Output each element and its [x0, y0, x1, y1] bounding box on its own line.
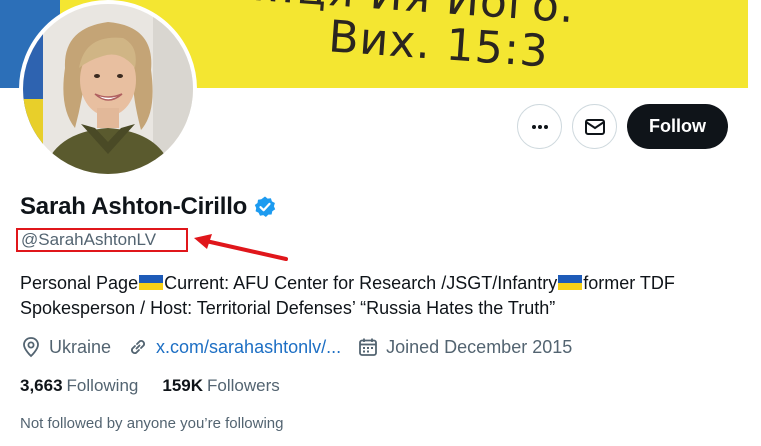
joined-item: Joined December 2015	[357, 336, 572, 358]
display-name: Sarah Ashton-Cirillo	[20, 193, 248, 220]
profile-meta: Ukraine x.com/sarahashtonlv/... Joined D…	[20, 336, 588, 358]
location-item: Ukraine	[20, 336, 111, 358]
more-icon	[531, 124, 548, 129]
link-icon	[131, 340, 146, 354]
website-item[interactable]: x.com/sarahashtonlv/...	[127, 336, 341, 358]
not-followed-note: Not followed by anyone you’re following	[20, 415, 284, 432]
following-label: Following	[66, 376, 139, 395]
verified-badge-icon[interactable]	[253, 195, 277, 219]
followers-count: 159K	[162, 376, 203, 395]
name-row: Sarah Ashton-Cirillo	[20, 193, 277, 221]
website-link[interactable]: x.com/sarahashtonlv/...	[156, 337, 341, 358]
bio: Personal Page Current: AFU Center for Res…	[20, 271, 740, 321]
ukraine-flag-icon	[558, 275, 583, 290]
bio-text-2: Current: AFU Center for Research /JSGT/I…	[164, 273, 558, 293]
following-count: 3,663	[20, 376, 63, 395]
calendar-icon	[359, 338, 378, 356]
follow-stats: 3,663 Following 159K Followers	[20, 376, 304, 396]
message-button[interactable]	[572, 104, 617, 149]
location-text: Ukraine	[49, 336, 112, 357]
location-pin-icon	[23, 337, 39, 358]
banner-handwriting: …ця Йя Його. Вих. 15:3	[247, 0, 576, 78]
followers-label: Followers	[207, 376, 280, 395]
follow-button[interactable]: Follow	[627, 104, 728, 149]
red-arrow-icon	[194, 234, 288, 261]
more-button[interactable]	[517, 104, 562, 149]
mail-icon	[584, 118, 605, 135]
followers-link[interactable]: 159K Followers	[162, 376, 279, 396]
avatar-photo	[23, 4, 193, 174]
user-handle: @SarahAshtonLV	[16, 228, 188, 252]
ukraine-flag-icon	[139, 275, 164, 290]
avatar[interactable]	[19, 0, 197, 178]
bio-text-1: Personal Page	[20, 273, 139, 293]
joined-text: Joined December 2015	[386, 336, 573, 357]
following-link[interactable]: 3,663 Following	[20, 376, 138, 396]
